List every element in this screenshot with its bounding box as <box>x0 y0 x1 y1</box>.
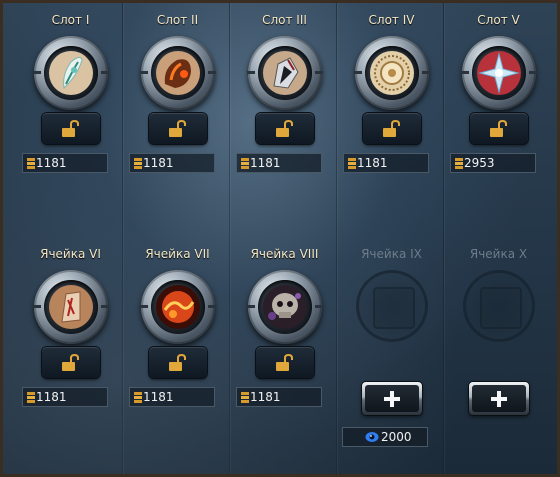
empty-socket <box>462 270 535 342</box>
unlock-button[interactable] <box>41 113 100 144</box>
price-value: 1181 <box>250 390 281 404</box>
slot-title: Слот I <box>51 13 90 27</box>
slot-title: Ячейка VII <box>145 247 210 261</box>
price-field: 2953 <box>450 153 536 173</box>
sun-seal-icon <box>369 51 414 95</box>
price-value: 2000 <box>381 430 412 444</box>
open-padlock-icon <box>275 120 293 137</box>
eye-price-field: 2000 <box>342 427 428 447</box>
unlock-button[interactable] <box>148 347 207 378</box>
gem-socket[interactable] <box>460 36 537 110</box>
price-field: 1181 <box>129 387 215 407</box>
empty-socket <box>355 270 428 342</box>
add-slot-button[interactable] <box>468 382 529 415</box>
price-field: 1181 <box>236 153 322 173</box>
frost-star-icon <box>476 51 521 95</box>
plus-icon <box>383 391 400 407</box>
slot-1: Слот I 1181 <box>17 3 124 229</box>
gold-coins-icon <box>241 158 249 169</box>
gold-coins-icon <box>27 158 35 169</box>
price-value: 1181 <box>357 156 388 170</box>
gem-socket[interactable] <box>246 36 323 110</box>
slots-panel: Слот I 1181 Слот II 1181 Слот III 1181 С… <box>0 0 560 477</box>
ember-stone-icon <box>155 51 200 95</box>
open-padlock-icon <box>168 354 186 371</box>
slot-5: Слот V 2953 <box>445 3 552 229</box>
unlock-button[interactable] <box>255 113 314 144</box>
gem-socket[interactable] <box>139 270 216 344</box>
open-padlock-icon <box>275 354 293 371</box>
slot-6: Ячейка VI 1181 <box>17 237 124 463</box>
slot-title: Ячейка VIII <box>250 247 319 261</box>
open-padlock-icon <box>61 354 79 371</box>
slot-10: Ячейка X <box>445 237 552 463</box>
gem-socket[interactable] <box>246 270 323 344</box>
skull-gem-icon <box>262 285 307 329</box>
gem-socket[interactable] <box>139 36 216 110</box>
gem-socket[interactable] <box>32 36 109 110</box>
price-value: 2953 <box>464 156 495 170</box>
lava-orb-icon <box>155 285 200 329</box>
gold-coins-icon <box>134 158 142 169</box>
slot-4: Слот IV 1181 <box>338 3 445 229</box>
slot-title: Слот IV <box>368 13 415 27</box>
slot-title: Ячейка IX <box>361 247 422 261</box>
gold-coins-icon <box>348 158 356 169</box>
rune-shard-icon <box>48 285 93 329</box>
slot-title: Слот III <box>262 13 307 27</box>
blue-eye-icon <box>365 432 379 442</box>
slot-title: Ячейка VI <box>40 247 101 261</box>
unlock-button[interactable] <box>41 347 100 378</box>
plus-icon <box>490 391 507 407</box>
gem-socket[interactable] <box>353 36 430 110</box>
slot-title: Слот V <box>477 13 520 27</box>
gem-socket[interactable] <box>32 270 109 344</box>
slot-3: Слот III 1181 <box>231 3 338 229</box>
price-value: 1181 <box>36 156 67 170</box>
add-slot-button[interactable] <box>361 382 422 415</box>
open-padlock-icon <box>382 120 400 137</box>
price-field: 1181 <box>343 153 429 173</box>
unlock-button[interactable] <box>148 113 207 144</box>
price-value: 1181 <box>36 390 67 404</box>
dark-crystal-icon <box>262 51 307 95</box>
price-value: 1181 <box>143 390 174 404</box>
unlock-button[interactable] <box>362 113 421 144</box>
price-field: 1181 <box>22 387 108 407</box>
slot-9: Ячейка IX 2000 <box>338 237 445 463</box>
slot-title: Слот II <box>156 13 199 27</box>
price-value: 1181 <box>143 156 174 170</box>
gold-coins-icon <box>134 392 142 403</box>
price-field: 1181 <box>236 387 322 407</box>
slot-title: Ячейка X <box>469 247 528 261</box>
gold-coins-icon <box>27 392 35 403</box>
slot-2: Слот II 1181 <box>124 3 231 229</box>
open-padlock-icon <box>61 120 79 137</box>
slot-7: Ячейка VII 1181 <box>124 237 231 463</box>
unlock-button[interactable] <box>469 113 528 144</box>
price-field: 1181 <box>22 153 108 173</box>
unlock-button[interactable] <box>255 347 314 378</box>
gold-coins-icon <box>455 158 463 169</box>
gold-coins-icon <box>241 392 249 403</box>
slot-8: Ячейка VIII 1181 <box>231 237 338 463</box>
price-value: 1181 <box>250 156 281 170</box>
price-field: 1181 <box>129 153 215 173</box>
open-padlock-icon <box>489 120 507 137</box>
crystal-quill-icon <box>48 51 93 95</box>
open-padlock-icon <box>168 120 186 137</box>
